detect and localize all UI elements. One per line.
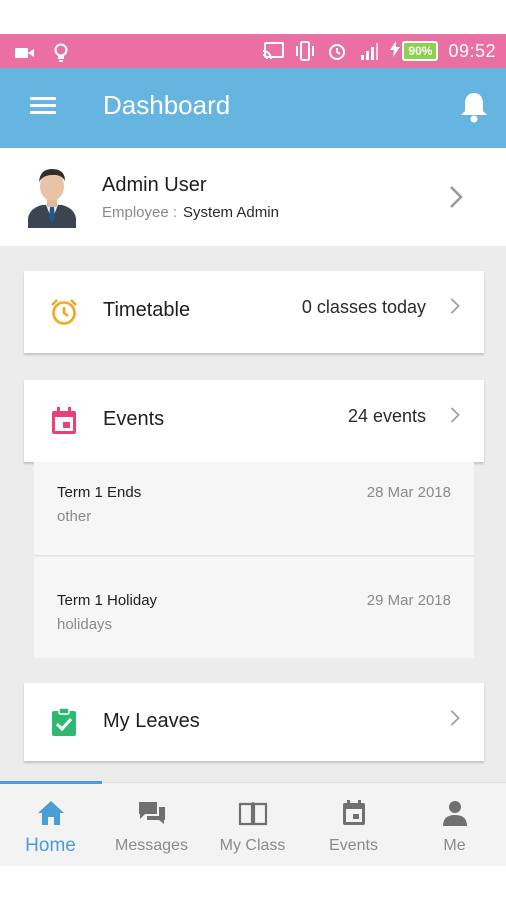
page-title: Dashboard — [103, 90, 231, 120]
vibrate-icon — [294, 40, 316, 62]
event-list-item[interactable]: Term 1 Ends other 28 Mar 2018 — [34, 462, 474, 556]
chevron-right-icon — [450, 710, 460, 726]
nav-home[interactable]: Home — [0, 783, 101, 867]
home-icon — [37, 801, 64, 825]
nav-me[interactable]: Me — [404, 783, 505, 867]
battery-indicator: 90% — [390, 40, 439, 62]
hamburger-menu-icon[interactable] — [30, 93, 60, 123]
event-title: Term 1 Holiday — [57, 592, 158, 609]
nav-my-class[interactable]: My Class — [202, 783, 303, 867]
events-title: Events — [103, 408, 165, 430]
nav-events[interactable]: Events — [303, 783, 404, 867]
profile-role: Employee : System Admin — [102, 204, 279, 221]
bottom-spacer — [0, 866, 506, 900]
leaves-title: My Leaves — [103, 710, 200, 732]
event-date: 29 Mar 2018 — [366, 592, 451, 609]
event-type: other — [57, 508, 92, 525]
battery-level: 90% — [402, 41, 439, 61]
my-leaves-card[interactable]: My Leaves — [24, 683, 484, 761]
events-count: 24 events — [347, 406, 426, 426]
clipboard-check-icon — [52, 707, 76, 736]
role-value: System Admin — [183, 204, 279, 221]
dashboard-content: Timetable 0 classes today Events 24 even… — [0, 246, 506, 782]
app-bar: Dashboard — [0, 68, 506, 148]
alarm-icon — [326, 40, 348, 62]
nav-my-class-label: My Class — [219, 837, 286, 854]
person-icon — [442, 801, 467, 826]
chevron-right-icon — [450, 298, 460, 314]
lightbulb-icon — [50, 42, 72, 64]
signal-icon — [358, 40, 380, 62]
timetable-card[interactable]: Timetable 0 classes today — [24, 271, 484, 353]
nav-me-label: Me — [443, 837, 466, 854]
timetable-count: 0 classes today — [301, 297, 426, 317]
profile-name: Admin User — [102, 174, 207, 196]
avatar — [24, 162, 80, 228]
top-spacer — [0, 0, 506, 34]
event-type: holidays — [57, 616, 113, 633]
charging-icon — [390, 40, 401, 62]
chevron-right-icon — [450, 407, 460, 423]
calendar-icon — [52, 407, 76, 434]
nav-messages-label: Messages — [115, 837, 188, 854]
event-date: 28 Mar 2018 — [366, 484, 451, 501]
alarm-clock-icon — [51, 299, 77, 325]
nav-messages[interactable]: Messages — [101, 783, 202, 867]
bottom-navigation: Home Messages My Class Events Me — [0, 781, 506, 867]
status-time: 09:52 — [448, 40, 496, 61]
calendar-icon — [342, 800, 365, 825]
timetable-title: Timetable — [103, 299, 191, 321]
video-icon — [14, 42, 36, 64]
event-list-item[interactable]: Term 1 Holiday holidays 29 Mar 2018 — [34, 557, 474, 658]
event-title: Term 1 Ends — [57, 484, 142, 501]
nav-home-label: Home — [25, 835, 76, 856]
bell-icon[interactable] — [458, 90, 490, 124]
nav-events-label: Events — [329, 837, 378, 854]
book-icon — [238, 802, 267, 826]
events-card[interactable]: Events 24 events — [24, 380, 484, 462]
role-label: Employee : — [102, 204, 178, 221]
status-bar: 90% 09:52 — [0, 34, 506, 68]
profile-row[interactable]: Admin User Employee : System Admin — [0, 148, 506, 246]
chevron-right-icon — [450, 186, 463, 208]
messages-icon — [138, 802, 165, 824]
cast-icon — [262, 40, 285, 62]
